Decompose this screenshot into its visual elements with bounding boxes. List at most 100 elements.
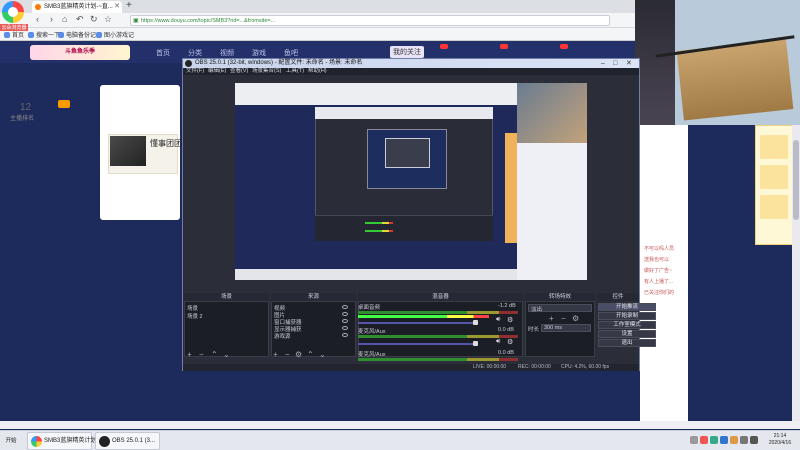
video-title[interactable]: 懂事团团: [150, 138, 182, 149]
cpu-status: CPU: 4.2%, 60.00 fps: [561, 364, 610, 370]
mixer-channel-name: 桌面音频: [358, 305, 381, 311]
menu-file[interactable]: 文件(F): [186, 68, 204, 75]
network-icon[interactable]: [740, 436, 748, 444]
nav-games[interactable]: 游戏: [252, 48, 266, 58]
speaker-icon[interactable]: 🔊︎: [496, 338, 500, 346]
clock-date: 2020/4/16: [768, 440, 792, 446]
settings-button[interactable]: 设置: [598, 330, 656, 338]
forward-icon[interactable]: ›: [50, 14, 53, 24]
video-thumbnail[interactable]: [110, 136, 146, 166]
promo-card[interactable]: [760, 195, 788, 219]
bookmark-item[interactable]: 图小游戏记: [96, 30, 134, 39]
visibility-eye-icon[interactable]: [342, 326, 348, 330]
duration-field[interactable]: 300 ms: [541, 324, 591, 332]
visibility-eye-icon[interactable]: [342, 333, 348, 337]
menu-view[interactable]: 查看(V): [230, 68, 248, 75]
taskbar-clock[interactable]: 21:14 2020/4/16: [762, 433, 798, 447]
preview-nested-chrome: [315, 107, 493, 119]
bookmark-item[interactable]: 搜索一下: [28, 30, 60, 39]
scene-item[interactable]: 场景 2: [187, 312, 203, 320]
tray-icon[interactable]: [690, 436, 698, 444]
volume-icon[interactable]: [750, 436, 758, 444]
taskbar-obs-item[interactable]: OBS 25.0.1 (3...: [95, 432, 160, 450]
nav-category[interactable]: 分类: [188, 48, 202, 58]
menu-tools[interactable]: 工具(T): [286, 68, 304, 75]
mixer-channel-name: 麦克风/Aux: [358, 352, 386, 358]
remove-scene-icon[interactable]: −: [199, 350, 204, 359]
browser-tab[interactable]: SMB3蓝旗精英计划-~直... ✕: [32, 1, 122, 13]
start-recording-button[interactable]: 开始录制: [598, 312, 656, 320]
menu-help[interactable]: 帮助(H): [308, 68, 327, 75]
add-transition-icon[interactable]: +: [549, 314, 554, 323]
nav-follow[interactable]: 我的关注: [390, 46, 424, 58]
back-icon[interactable]: ‹: [36, 14, 39, 24]
scrollbar-thumb[interactable]: [793, 140, 799, 220]
undo-icon[interactable]: ↶: [76, 14, 84, 25]
maximize-icon[interactable]: □: [613, 59, 617, 68]
sidebar-list-item[interactable]: 送我也可以: [644, 256, 669, 263]
nav-video[interactable]: 视频: [220, 48, 234, 58]
start-button[interactable]: 开始: [0, 432, 22, 450]
obs-preview-canvas[interactable]: [235, 83, 587, 280]
sidebar-list-item[interactable]: 不可以吗人员: [644, 245, 674, 252]
url-field[interactable]: ▣ https://www.douyu.com/topic/SMB3?rid=.…: [130, 15, 610, 26]
volume-slider-knob[interactable]: [473, 341, 478, 346]
visibility-eye-icon[interactable]: [342, 305, 348, 309]
live-status: LIVE: 00:00:00: [473, 364, 507, 370]
bookmark-item[interactable]: 电脑备份记: [58, 30, 96, 39]
remove-source-icon[interactable]: −: [285, 350, 290, 359]
close-icon[interactable]: ✕: [626, 59, 632, 68]
speaker-icon[interactable]: 🔊︎: [496, 316, 500, 324]
source-settings-icon[interactable]: ⚙: [295, 350, 302, 359]
volume-slider[interactable]: [358, 322, 476, 324]
tray-icon[interactable]: [720, 436, 728, 444]
sidebar-list-item[interactable]: 已关注你们的: [644, 289, 674, 296]
bookmark-item[interactable]: 首页: [4, 30, 24, 39]
tray-icon[interactable]: [700, 436, 708, 444]
douyu-favicon-icon: [35, 4, 41, 10]
sidebar-list-item[interactable]: 有人上播了...: [644, 278, 673, 285]
tray-icon[interactable]: [730, 436, 738, 444]
new-tab-button[interactable]: +: [126, 0, 132, 11]
bookmark-icon: [58, 32, 64, 38]
volume-slider[interactable]: [358, 343, 476, 345]
close-tab-icon[interactable]: ✕: [114, 1, 120, 13]
menu-scene-collection[interactable]: 场景集合(S): [252, 68, 281, 75]
nav-home[interactable]: 首页: [156, 48, 170, 58]
transition-settings-icon[interactable]: ⚙: [572, 314, 579, 323]
move-down-icon[interactable]: ⌄: [223, 350, 230, 359]
remove-transition-icon[interactable]: −: [561, 314, 566, 323]
nav-fishbar[interactable]: 鱼吧: [284, 48, 298, 58]
scenes-list: 场景 场景 2: [184, 301, 269, 357]
promo-card[interactable]: [760, 165, 788, 189]
star-icon[interactable]: ☆: [104, 14, 112, 25]
exit-button[interactable]: 退出: [598, 339, 656, 347]
studio-mode-button[interactable]: 工作室模式: [598, 321, 656, 329]
sidebar-list-item[interactable]: 做好了广告~: [644, 267, 672, 274]
move-down-icon[interactable]: ⌄: [319, 350, 326, 359]
minimize-icon[interactable]: –: [601, 59, 605, 68]
obs-status-bar: LIVE: 00:00:00 REC: 00:00:00 CPU: 4.2%, …: [183, 364, 639, 371]
channel-settings-icon[interactable]: ⚙: [507, 316, 513, 324]
site-logo[interactable]: 斗鱼鱼乐季: [30, 45, 130, 60]
channel-settings-icon[interactable]: ⚙: [507, 338, 513, 346]
orange-tag[interactable]: [58, 100, 70, 108]
rank-label: 主播排名: [10, 116, 35, 122]
transition-select[interactable]: 淡出: [528, 304, 592, 313]
move-up-icon[interactable]: ⌃: [307, 350, 314, 359]
source-item[interactable]: 游戏源: [274, 332, 291, 340]
visibility-eye-icon[interactable]: [342, 319, 348, 323]
start-streaming-button[interactable]: 开始推流: [598, 303, 656, 311]
volume-slider-knob[interactable]: [473, 320, 478, 325]
taskbar-browser-item[interactable]: SMB3蓝旗精英计划: [27, 432, 96, 450]
visibility-eye-icon[interactable]: [342, 312, 348, 316]
refresh-icon[interactable]: ↻: [90, 14, 98, 25]
menu-edit[interactable]: 编辑(E): [208, 68, 226, 75]
scene-item[interactable]: 场景: [187, 304, 198, 312]
promo-card[interactable]: [760, 135, 788, 159]
tray-icon[interactable]: [710, 436, 718, 444]
home-icon[interactable]: ⌂: [62, 14, 67, 24]
add-source-icon[interactable]: +: [273, 350, 278, 359]
move-up-icon[interactable]: ⌃: [211, 350, 218, 359]
add-scene-icon[interactable]: +: [187, 350, 192, 359]
